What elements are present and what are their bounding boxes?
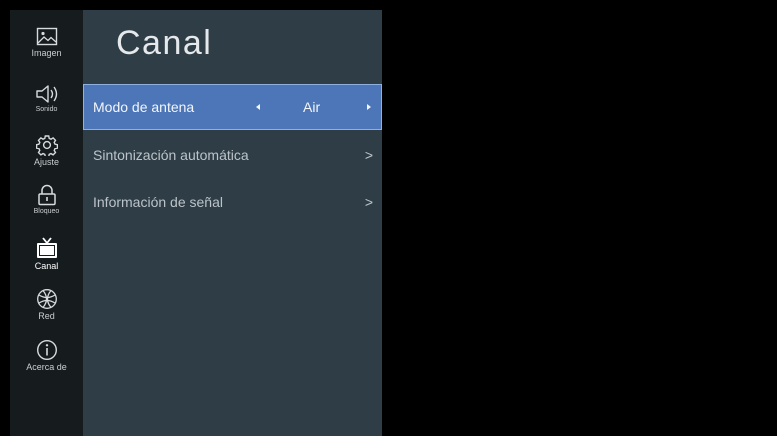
sidebar-item-bloqueo[interactable]: Bloqueo	[10, 184, 83, 236]
sidebar-item-label: Acerca de	[26, 362, 67, 372]
sidebar-item-label: Canal	[34, 261, 59, 271]
sidebar-item-acerca-de[interactable]: Acerca de	[10, 339, 83, 391]
sidebar-item-label: Ajuste	[33, 157, 59, 167]
sidebar-item-ajuste[interactable]: Ajuste	[10, 134, 83, 186]
tv-screen: Imagen Sonido Ajuste Bloqueo Canal Red A…	[0, 0, 777, 436]
sidebar-item-canal[interactable]: Canal	[10, 236, 83, 288]
sidebar-item-label: Bloqueo	[33, 208, 60, 215]
speaker-icon	[35, 85, 57, 103]
globe-icon	[36, 289, 57, 309]
tv-icon	[36, 237, 57, 258]
lock-icon	[37, 184, 56, 206]
right-arrow-icon[interactable]	[367, 104, 371, 110]
gear-icon	[35, 135, 58, 156]
row-label: Sintonización automática	[93, 147, 249, 163]
sidebar-item-sonido[interactable]: Sonido	[10, 84, 83, 136]
sidebar-item-label: Red	[38, 311, 55, 321]
image-icon	[36, 27, 57, 46]
row-value: Air	[303, 99, 321, 115]
settings-sidebar: Imagen Sonido Ajuste Bloqueo Canal Red A…	[10, 10, 83, 436]
channel-settings-panel: Canal Modo de antena Air Sintonización a…	[83, 10, 382, 436]
menu-row-modo-de-antena[interactable]: Modo de antena Air	[83, 84, 382, 130]
chevron-right-icon: >	[364, 147, 373, 163]
sidebar-item-label: Imagen	[31, 48, 62, 58]
info-icon	[36, 339, 57, 361]
menu-row-informacion-de-senal[interactable]: Información de señal >	[83, 179, 382, 225]
sidebar-item-imagen[interactable]: Imagen	[10, 27, 83, 79]
left-arrow-icon[interactable]	[256, 104, 260, 110]
page-title: Canal	[116, 24, 213, 62]
sidebar-item-label: Sonido	[35, 106, 58, 113]
row-label: Información de señal	[93, 194, 223, 210]
row-label: Modo de antena	[93, 99, 195, 115]
chevron-right-icon: >	[364, 194, 373, 210]
sidebar-item-red[interactable]: Red	[10, 288, 83, 340]
menu-row-sintonizacion-automatica[interactable]: Sintonización automática >	[83, 132, 382, 178]
